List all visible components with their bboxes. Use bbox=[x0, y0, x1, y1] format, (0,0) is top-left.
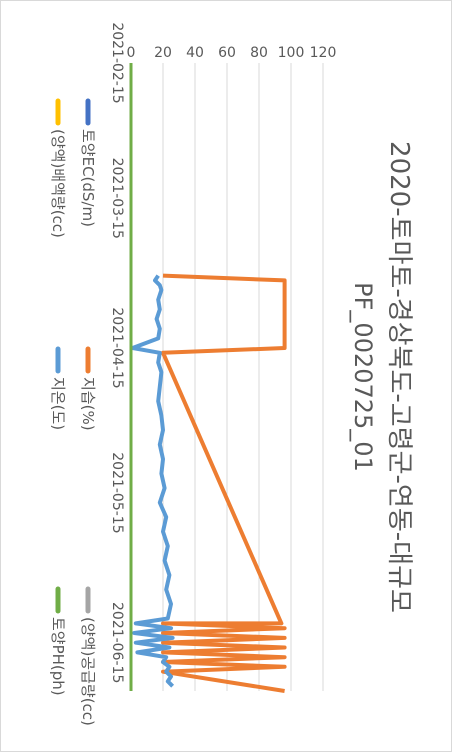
legend: 토양EC(dS/m) 지습(%) (양액)공급량(cc) (양액)배액량(cc) 지온(… bbox=[49, 98, 97, 726]
series-lines bbox=[129, 63, 287, 693]
x-tick-label-2: 2021-04-15 bbox=[109, 307, 125, 388]
y-axis: 0 20 40 60 80 100 120 bbox=[127, 45, 337, 61]
y-tick-label-1: 20 bbox=[154, 45, 172, 61]
legend-label-2: (양액)공급량(cc) bbox=[79, 617, 97, 726]
x-tick-label-3: 2021-05-15 bbox=[109, 452, 125, 533]
x-tick-label-1: 2021-03-15 bbox=[109, 158, 125, 239]
chart-frame: 2020-토마토-경상북도-고령군-연동-대규모 PF_0020725_01 2… bbox=[0, 0, 452, 752]
chart-subtitle: PF_0020725_01 bbox=[349, 282, 377, 472]
y-tick-label-6: 120 bbox=[310, 45, 337, 61]
line-chart: 2020-토마토-경상북도-고령군-연동-대규모 PF_0020725_01 2… bbox=[49, 22, 414, 726]
y-tick-label-2: 40 bbox=[186, 45, 204, 61]
x-axis: 2021-02-15 2021-03-15 2021-04-15 2021-05-15… bbox=[109, 22, 132, 691]
series-line-1 bbox=[161, 273, 287, 693]
legend-label-1: 지습(%) bbox=[79, 377, 97, 431]
y-tick-label-4: 80 bbox=[250, 45, 268, 61]
y-tick-label-0: 0 bbox=[127, 45, 136, 61]
y-tick-label-5: 100 bbox=[278, 45, 305, 61]
chart-rotated: 2020-토마토-경상북도-고령군-연동-대규모 PF_0020725_01 2… bbox=[1, 1, 452, 753]
legend-label-0: 토양EC(dS/m) bbox=[79, 129, 97, 227]
x-tick-label-0: 2021-02-15 bbox=[109, 22, 125, 103]
legend-label-3: (양액)배액량(cc) bbox=[49, 129, 67, 238]
x-tick-label-4: 2021-06-15 bbox=[109, 602, 125, 683]
chart-title: 2020-토마토-경상북도-고령군-연동-대규모 bbox=[384, 141, 414, 613]
legend-label-4: 지온(도) bbox=[49, 377, 67, 430]
legend-label-5: 토양PH(ph) bbox=[49, 617, 67, 696]
y-tick-label-3: 60 bbox=[218, 45, 236, 61]
